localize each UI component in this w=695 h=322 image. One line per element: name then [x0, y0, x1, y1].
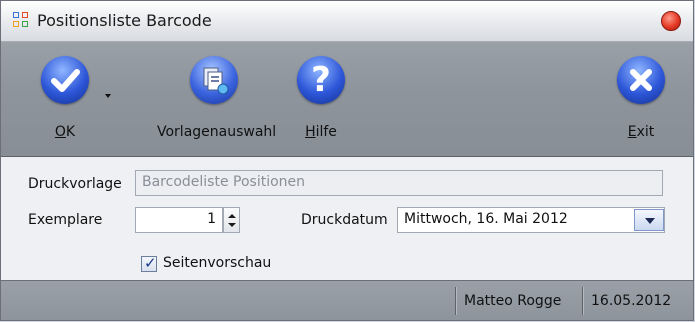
- status-empty-area: [1, 281, 455, 320]
- window-title: Positionsliste Barcode: [37, 11, 212, 30]
- date-dropdown-button[interactable]: [634, 209, 664, 231]
- copies-spinner[interactable]: [223, 207, 240, 233]
- template-select-button[interactable]: Vorlagenauswahl: [157, 56, 277, 140]
- app-grid-icon: [13, 12, 29, 28]
- dialog-window: Positionsliste Barcode OK Vorlagenauswah…: [0, 0, 694, 321]
- template-field[interactable]: Barcodeliste Positionen: [135, 170, 663, 196]
- copies-input[interactable]: 1: [135, 207, 223, 233]
- template-select-icon: [190, 56, 238, 104]
- page-preview-label: Seitenvorschau: [163, 255, 272, 271]
- question-icon: ?: [297, 56, 345, 104]
- status-user: Matteo Rogge: [455, 287, 569, 315]
- title-bar[interactable]: Positionsliste Barcode: [1, 1, 693, 42]
- print-date-input[interactable]: Mittwoch, 16. Mai 2012: [397, 207, 665, 233]
- ok-button[interactable]: OK: [35, 56, 95, 140]
- spin-up-icon[interactable]: [228, 214, 236, 218]
- exit-button[interactable]: Exit: [611, 56, 671, 140]
- x-icon: [617, 56, 665, 104]
- spin-down-icon[interactable]: [228, 223, 236, 227]
- window-close-button[interactable]: [661, 11, 681, 31]
- help-button[interactable]: ? Hilfe: [291, 56, 351, 140]
- print-settings-form: Druckvorlage Barcodeliste Positionen Exe…: [1, 157, 693, 280]
- print-date-label: Druckdatum: [301, 212, 388, 228]
- page-preview-checkbox[interactable]: ✓: [141, 254, 157, 272]
- check-icon: ✓: [144, 254, 157, 272]
- template-label: Druckvorlage: [28, 176, 122, 192]
- ok-dropdown-caret-icon[interactable]: [105, 94, 111, 98]
- template-select-label: Vorlagenauswahl: [157, 124, 277, 140]
- toolbar: OK Vorlagenauswahl ? Hilfe Exit: [1, 42, 693, 157]
- ok-label: OK: [54, 124, 76, 140]
- copies-label: Exemplare: [28, 212, 103, 228]
- checkmark-icon: [41, 56, 89, 104]
- status-bar: Matteo Rogge 16.05.2012: [1, 280, 693, 320]
- chevron-down-icon: [645, 218, 655, 224]
- exit-label: Exit: [627, 124, 655, 140]
- help-label: Hilfe: [305, 124, 337, 140]
- status-date: 16.05.2012: [582, 287, 679, 315]
